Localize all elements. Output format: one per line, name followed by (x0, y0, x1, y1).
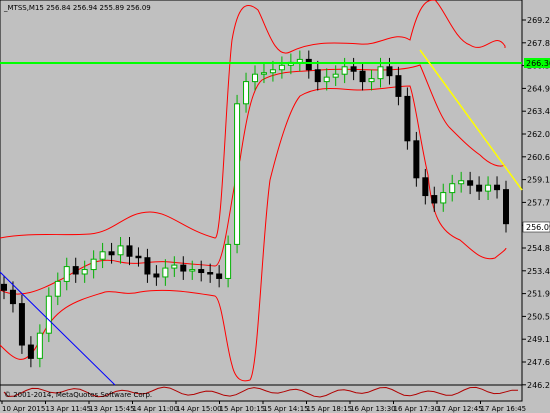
price-tick-label: 260.60 (527, 153, 550, 162)
candle-body (117, 245, 124, 256)
candle-body (189, 269, 196, 272)
candle-body (216, 273, 223, 279)
candle-body (36, 332, 43, 359)
candle-body (99, 251, 106, 260)
candle-body (467, 180, 474, 186)
time-tick-label: 15 Apr 14:15 (263, 405, 309, 413)
candle-body (296, 58, 303, 63)
candle-body (9, 289, 16, 305)
candle-body (18, 303, 25, 346)
candle-body (252, 73, 258, 83)
time-tick-label: 16 Apr 13:30 (350, 405, 396, 413)
price-tick-label: 267.80 (527, 39, 550, 48)
candle-body (72, 266, 79, 275)
time-tick-label: 13 Apr 11:45 (46, 405, 92, 413)
candle-body (476, 184, 483, 192)
candle-body (180, 264, 187, 272)
price-tick-label: 254.80 (527, 244, 550, 253)
candle-body (305, 58, 312, 71)
candle-body (144, 257, 151, 275)
candle-body (225, 243, 232, 279)
candle-body (359, 70, 366, 83)
candle-body (135, 255, 142, 259)
candle-body (126, 245, 133, 257)
price-tick-label: 257.70 (527, 198, 550, 207)
horizontal-level-price: 266.36 (526, 59, 550, 68)
candle-body (1, 283, 7, 291)
candle-body (413, 140, 420, 179)
candle-body (81, 269, 88, 275)
candle-body (386, 66, 393, 77)
candle-body (449, 183, 456, 194)
price-tick-label: 269.25 (527, 16, 550, 25)
candle-body (341, 66, 348, 75)
price-tick-label: 250.50 (527, 312, 550, 321)
copyright-text: © 2001-2014, MetaQuotes Software Corp. (4, 391, 152, 399)
candle-body (90, 258, 97, 271)
candle-body (243, 81, 250, 105)
last-price-value: 256.09 (526, 223, 550, 232)
candle-body (198, 269, 205, 274)
candle-body (234, 103, 241, 245)
chart-background (0, 0, 550, 413)
price-chart[interactable]: 269.25267.80266.35264.90263.45262.00260.… (0, 0, 550, 413)
price-tick-label: 263.45 (527, 107, 550, 116)
time-tick-label: 14 Apr 15:00 (176, 405, 222, 413)
candle-body (350, 66, 357, 72)
candle-body (45, 295, 52, 334)
candle-body (54, 280, 61, 297)
candle-body (314, 69, 321, 83)
candle-body (162, 267, 169, 278)
time-tick-label: 17 Apr 12:45 (437, 405, 483, 413)
time-tick-label: 16 Apr 17:30 (394, 405, 440, 413)
candle-body (323, 76, 330, 83)
candle-body (63, 266, 70, 282)
candle-body (278, 64, 285, 71)
candle-body (440, 192, 447, 204)
time-tick-label: 14 Apr 11:00 (133, 405, 179, 413)
price-tick-label: 249.10 (527, 335, 550, 344)
time-tick-label: 10 Apr 2015 (2, 405, 45, 413)
candle-body (332, 73, 339, 78)
candle-body (404, 95, 411, 142)
candle-body (171, 264, 178, 269)
candle-body (108, 251, 115, 256)
price-tick-label: 264.90 (527, 84, 550, 93)
symbol-header: _MTSS,M15 256.84 256.94 255.89 256.09 (3, 4, 151, 12)
chart-window[interactable]: 269.25267.80266.35264.90263.45262.00260.… (0, 0, 550, 413)
candle-body (27, 344, 34, 359)
candle-body (485, 184, 492, 192)
time-tick-label: 15 Apr 10:15 (220, 405, 266, 413)
candle-body (377, 66, 384, 80)
candle-body (153, 273, 160, 278)
price-tick-label: 251.95 (527, 290, 550, 299)
price-tick-label: 262.00 (527, 130, 550, 139)
price-tick-label: 247.65 (527, 358, 550, 367)
price-tick-label: 246.20 (527, 381, 550, 390)
candle-body (207, 272, 214, 275)
candle-body (269, 69, 276, 74)
candle-body (458, 180, 465, 185)
time-tick-label: 15 Apr 18:15 (307, 405, 353, 413)
price-tick-label: 259.15 (527, 176, 550, 185)
candle-body (503, 189, 509, 225)
candle-body (431, 195, 438, 204)
candle-body (395, 75, 402, 97)
price-tick-label: 253.40 (527, 267, 550, 276)
candle-body (260, 72, 267, 75)
candle-body (368, 78, 375, 83)
time-tick-label: 13 Apr 15:45 (89, 405, 135, 413)
time-tick-label: 17 Apr 16:45 (481, 405, 527, 413)
candle-body (422, 177, 429, 197)
candle-body (494, 184, 501, 191)
